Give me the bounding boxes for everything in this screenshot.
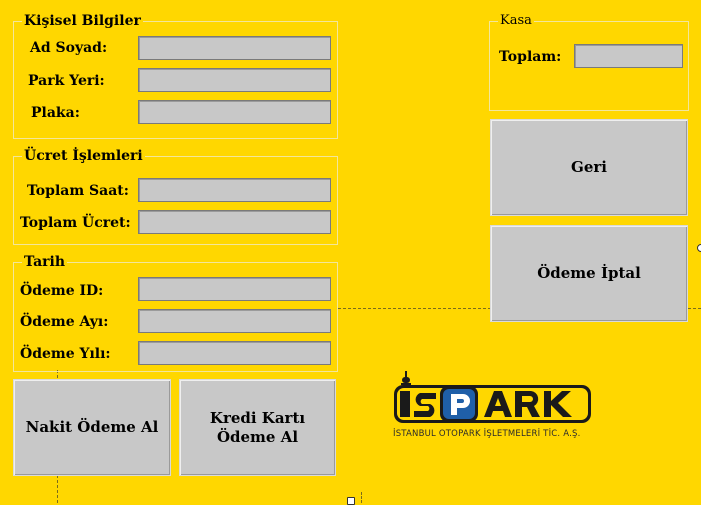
cash-payment-label: Nakit Ödeme Al (25, 418, 159, 436)
designer-guide-vertical-2 (361, 492, 362, 503)
payment-id-label: Ödeme ID: (20, 283, 104, 299)
personal-info-title: Kişisel Bilgiler (22, 13, 143, 29)
payment-month-label: Ödeme Ayı: (20, 314, 109, 330)
card-payment-label-line1: Kredi Kartı (209, 408, 306, 427)
card-payment-button[interactable]: Kredi Kartı Ödeme Al (179, 379, 336, 476)
hours-label: Toplam Saat: (27, 183, 129, 199)
tower-emblem-icon (401, 371, 411, 385)
resize-handle-bottom[interactable] (347, 497, 355, 505)
company-name: İSTANBUL OTOPARK İŞLETMELERİ TİC. A.Ş. (393, 429, 581, 439)
name-label: Ad Soyad: (30, 40, 108, 56)
cash-total-label: Toplam: (499, 49, 562, 65)
payment-id-field[interactable] (138, 277, 331, 301)
name-field[interactable] (138, 36, 331, 60)
payment-year-field[interactable] (138, 341, 331, 365)
total-fee-label: Toplam Ücret: (20, 215, 131, 231)
payment-month-field[interactable] (138, 309, 331, 333)
back-button[interactable]: Geri (490, 119, 688, 216)
card-payment-label-line2: Ödeme Al (216, 427, 299, 446)
cancel-payment-label: Ödeme İptal (537, 264, 641, 282)
park-field[interactable] (138, 68, 331, 92)
cash-total-field[interactable] (574, 44, 683, 68)
back-label: Geri (571, 158, 607, 176)
cash-register-title: Kasa (498, 13, 534, 29)
hours-field[interactable] (138, 178, 331, 202)
cash-payment-button[interactable]: Nakit Ödeme Al (13, 379, 171, 476)
date-title: Tarih (22, 254, 68, 270)
plate-field[interactable] (138, 100, 331, 124)
fee-title: Ücret İşlemleri (22, 148, 145, 164)
resize-handle-right[interactable] (697, 244, 701, 252)
total-fee-field[interactable] (138, 210, 331, 234)
payment-year-label: Ödeme Yılı: (20, 346, 111, 362)
plate-label: Plaka: (31, 105, 80, 121)
cancel-payment-button[interactable]: Ödeme İptal (490, 225, 688, 322)
park-label: Park Yeri: (28, 73, 105, 89)
